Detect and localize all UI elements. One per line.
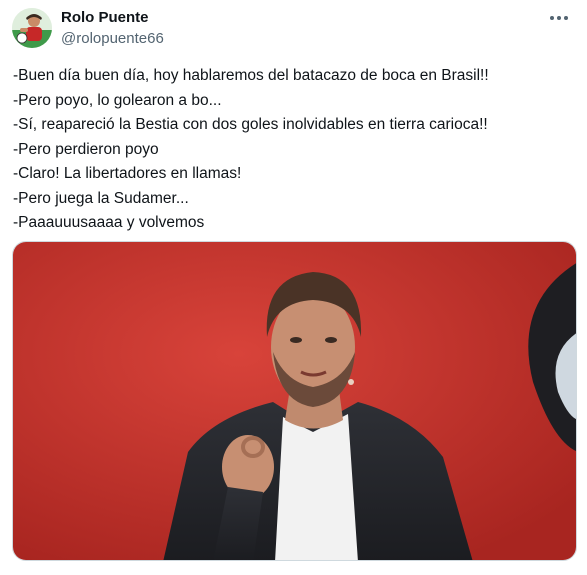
tweet-text: -Buen día buen día, hoy hablaremos del b… xyxy=(13,64,573,236)
tweet-line: -Sí, reapareció la Bestia con dos goles … xyxy=(13,116,488,133)
author-display-name[interactable]: Rolo Puente xyxy=(61,9,149,27)
tweet-line: -Paaauuusaaaa y volvemos xyxy=(13,214,205,231)
tweet-card: Rolo Puente @rolopuente66 -Buen día buen… xyxy=(0,0,587,575)
more-options-button[interactable] xyxy=(545,8,573,28)
tweet-line: -Claro! La libertadores en llamas! xyxy=(13,165,242,182)
presenter-photo xyxy=(13,242,576,560)
avatar-photo-icon xyxy=(12,8,52,48)
tweet-line: -Pero juega la Sudamer... xyxy=(13,189,189,207)
tweet-line: -Buen día buen día, hoy hablaremos del b… xyxy=(13,67,489,84)
more-horizontal-icon xyxy=(550,16,568,20)
author-avatar[interactable] xyxy=(12,8,52,48)
tweet-line: -Pero perdieron poyo xyxy=(13,140,159,158)
tweet-line: -Pero poyo, lo golearon a bo... xyxy=(13,91,222,109)
author-handle[interactable]: @rolopuente66 xyxy=(61,30,164,48)
tweet-media-image[interactable] xyxy=(12,241,577,561)
